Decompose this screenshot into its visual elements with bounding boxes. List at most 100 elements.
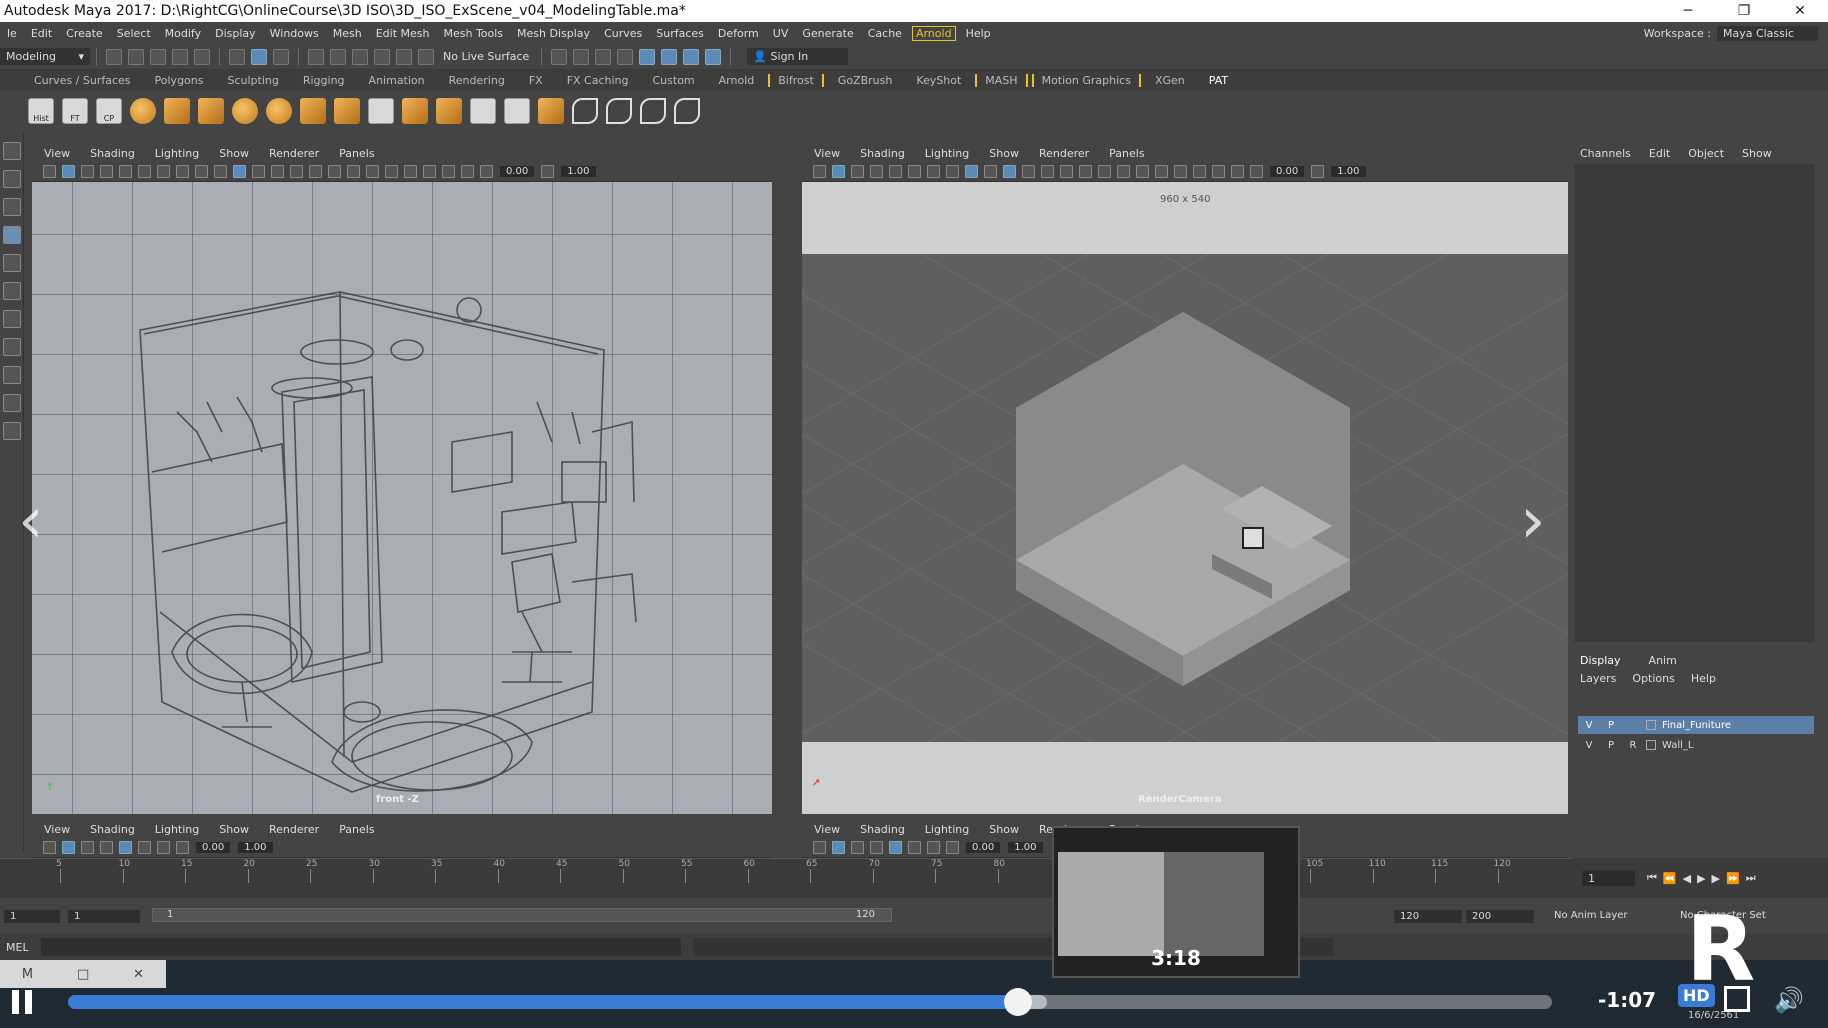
- panel-menu-shading[interactable]: Shading: [860, 147, 905, 160]
- arnold-render-icon[interactable]: [661, 48, 678, 65]
- snap-view-icon[interactable]: [374, 48, 390, 65]
- four-view-icon[interactable]: [3, 338, 21, 356]
- layout-persp-graph-icon[interactable]: [3, 394, 21, 412]
- grid-icon[interactable]: [100, 841, 113, 854]
- sweep-icon[interactable]: [674, 98, 700, 124]
- shaded-wireframe-icon[interactable]: [271, 165, 284, 178]
- layer-color-swatch[interactable]: [1646, 720, 1656, 730]
- display-type-toggle[interactable]: R: [1622, 740, 1644, 751]
- shelf-tab-rigging[interactable]: Rigging: [291, 74, 357, 87]
- panel-menu-renderer[interactable]: Renderer: [269, 823, 319, 836]
- exposure-field[interactable]: 0.00: [1270, 166, 1305, 177]
- panel-menu-show[interactable]: Show: [219, 147, 249, 160]
- shelf-tab-arnold[interactable]: Arnold: [707, 74, 767, 87]
- pause-icon[interactable]: [12, 990, 32, 1014]
- hd-quality-button[interactable]: HD: [1678, 984, 1715, 1007]
- shelf-tab-gozbrush[interactable]: GoZBrush: [826, 74, 905, 87]
- close-icon[interactable]: ✕: [133, 967, 144, 982]
- scale-tool-icon[interactable]: [3, 282, 21, 300]
- gamma-field[interactable]: 1.00: [1008, 842, 1043, 853]
- gamma-icon[interactable]: [541, 165, 555, 178]
- shaded-wireframe-icon[interactable]: [1003, 165, 1016, 178]
- layer-row[interactable]: V P R Wall_L: [1578, 736, 1814, 754]
- playback-end-field[interactable]: 120: [1394, 909, 1462, 923]
- menu-display[interactable]: Display: [208, 27, 263, 40]
- separate-icon[interactable]: [436, 98, 462, 124]
- exposure-field[interactable]: 0.00: [500, 166, 535, 177]
- menu-mesh-tools[interactable]: Mesh Tools: [436, 27, 510, 40]
- poly-cube-icon[interactable]: [164, 98, 190, 124]
- xray-joints-icon[interactable]: [461, 165, 474, 178]
- gate-mask-icon[interactable]: [927, 165, 940, 178]
- wireframe-icon[interactable]: [119, 841, 132, 854]
- panel-menu-renderer[interactable]: Renderer: [269, 147, 319, 160]
- snap-point-icon[interactable]: [352, 48, 368, 65]
- curve-tool-icon[interactable]: [572, 98, 598, 124]
- channel-list[interactable]: [1574, 164, 1814, 642]
- move-tool-icon[interactable]: [3, 226, 21, 244]
- field-chart-icon[interactable]: [946, 165, 959, 178]
- poly-cylinder-icon[interactable]: [198, 98, 224, 124]
- render-frame-icon[interactable]: [573, 48, 590, 65]
- panel-menu-lighting[interactable]: Lighting: [155, 823, 199, 836]
- isolate-select-icon[interactable]: [423, 165, 436, 178]
- anti-alias-icon[interactable]: [1117, 165, 1130, 178]
- menu-deform[interactable]: Deform: [711, 27, 766, 40]
- redo-icon[interactable]: [194, 48, 210, 65]
- hud-icon[interactable]: [1231, 165, 1244, 178]
- panel-menu-view[interactable]: View: [814, 147, 840, 160]
- gate-mask-icon[interactable]: [157, 165, 170, 178]
- panel-menu-show[interactable]: Show: [219, 823, 249, 836]
- wireframe-icon[interactable]: [233, 165, 246, 178]
- panel-menu-show[interactable]: Show: [989, 823, 1019, 836]
- motion-blur-icon[interactable]: [1098, 165, 1111, 178]
- undo-icon[interactable]: [172, 48, 188, 65]
- smooth-shade-icon[interactable]: [252, 165, 265, 178]
- step-forward-frame-icon[interactable]: ▶: [1712, 872, 1720, 885]
- xray-joints-icon[interactable]: [1193, 165, 1206, 178]
- poly-torus-icon[interactable]: [232, 98, 258, 124]
- combine-icon[interactable]: [368, 98, 394, 124]
- restore-icon[interactable]: □: [77, 967, 89, 982]
- shelf-tab-pat[interactable]: PAT: [1197, 74, 1240, 87]
- textured-icon[interactable]: [1022, 165, 1035, 178]
- render-view-icon[interactable]: [551, 48, 568, 65]
- lights-icon[interactable]: [309, 165, 322, 178]
- resolution-gate-icon[interactable]: [908, 165, 921, 178]
- poly-disc-icon[interactable]: [266, 98, 292, 124]
- current-frame-field[interactable]: 1: [1582, 870, 1635, 886]
- menu-uv[interactable]: UV: [766, 27, 796, 40]
- object-menu[interactable]: Object: [1688, 147, 1724, 160]
- panel-menu-view[interactable]: View: [814, 823, 840, 836]
- center-pivot-icon[interactable]: CP: [96, 98, 122, 124]
- motion-blur-icon[interactable]: [366, 165, 379, 178]
- exposure-field[interactable]: 0.00: [966, 842, 1001, 853]
- shelf-tab-rendering[interactable]: Rendering: [437, 74, 517, 87]
- mel-label[interactable]: MEL: [0, 941, 35, 954]
- open-scene-icon[interactable]: [128, 48, 144, 65]
- grid-icon[interactable]: [100, 165, 113, 178]
- menu-help[interactable]: Help: [959, 27, 998, 40]
- shelf-tab-fx[interactable]: FX: [517, 74, 555, 87]
- fullscreen-icon[interactable]: [1724, 986, 1750, 1012]
- playback-toggle[interactable]: P: [1600, 740, 1622, 751]
- menu-create[interactable]: Create: [59, 27, 110, 40]
- shelf-tab-custom[interactable]: Custom: [641, 74, 707, 87]
- anti-alias-icon[interactable]: [385, 165, 398, 178]
- animation-start-field[interactable]: 1: [4, 909, 60, 923]
- playback-start-field[interactable]: 1: [68, 909, 140, 923]
- mirror-icon[interactable]: [470, 98, 496, 124]
- panel-menu-panels[interactable]: Panels: [339, 823, 374, 836]
- step-forward-key-icon[interactable]: ⏩: [1726, 872, 1740, 885]
- channels-menu[interactable]: Channels: [1580, 147, 1631, 160]
- front-view-canvas[interactable]: front -Z ↑: [32, 182, 772, 814]
- image-plane-icon[interactable]: [851, 165, 864, 178]
- safe-title-icon[interactable]: [214, 165, 227, 178]
- panel-menu-lighting[interactable]: Lighting: [925, 823, 969, 836]
- gamma-icon[interactable]: [1311, 165, 1325, 178]
- menu-windows[interactable]: Windows: [263, 27, 326, 40]
- freeze-transform-icon[interactable]: FT: [62, 98, 88, 124]
- render-camera-viewport[interactable]: View Shading Lighting Show Renderer Pane…: [802, 144, 1568, 814]
- menu-mesh[interactable]: Mesh: [326, 27, 369, 40]
- poly-sphere-icon[interactable]: [130, 98, 156, 124]
